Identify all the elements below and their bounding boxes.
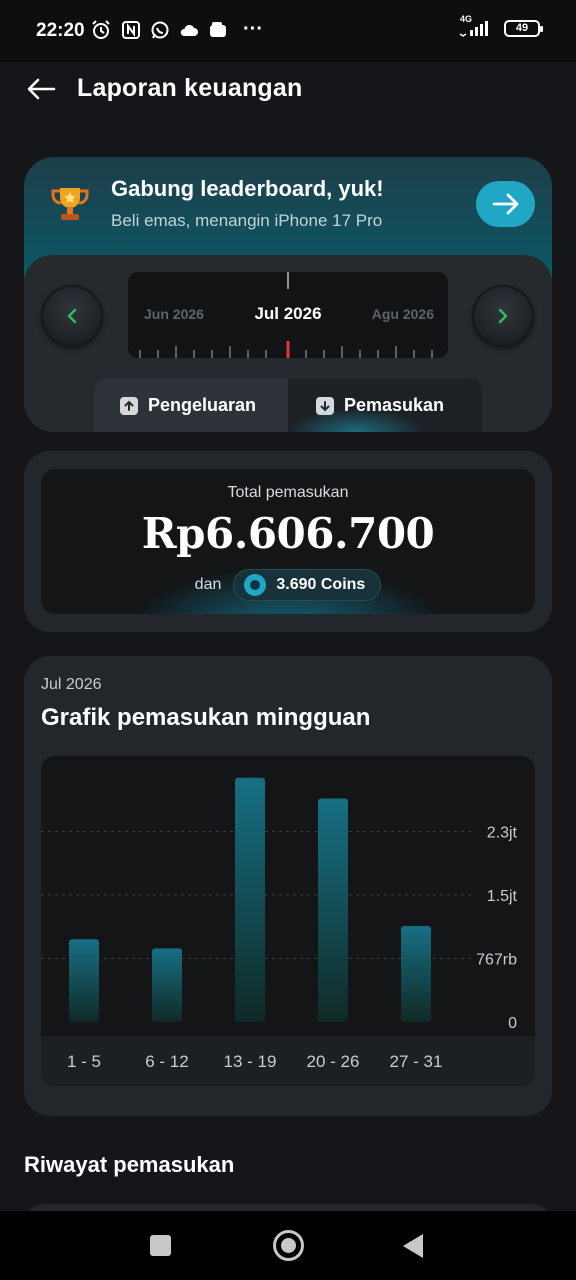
chevron-left-icon [67,308,77,324]
previous-month-button[interactable] [41,285,103,347]
x-tick-label: 6 - 12 [145,1052,188,1071]
app-header: Laporan keuangan [0,62,576,118]
leaderboard-subtitle: Beli emas, menangin iPhone 17 Pro [111,211,383,230]
system-back-button[interactable] [403,1234,423,1258]
coins-and-label: dan [194,576,222,593]
tab-income[interactable]: Pemasukan [288,379,482,432]
month-picker-panel: Jun 2026 Jul 2026 Agu 2026 Pengeluaran P… [24,255,552,432]
status-time: 22:20 [36,20,85,41]
bar-week-4[interactable] [318,798,348,1022]
chart-period: Jul 2026 [41,676,102,693]
coins-row: dan 3.690 Coins [41,569,535,601]
total-income-panel: Total pemasukan Rp6.606.700 dan 3.690 Co… [41,469,535,614]
cloud-icon [180,24,198,36]
x-tick-label: 13 - 19 [224,1052,277,1071]
month-dial[interactable]: Jun 2026 Jul 2026 Agu 2026 [128,272,448,358]
back-button[interactable] [24,74,58,104]
dial-pointer [287,272,289,289]
x-tick-label: 20 - 26 [307,1052,360,1071]
status-icons: ··· [90,18,263,41]
coins-badge[interactable]: 3.690 Coins [233,569,382,601]
total-income-card: Total pemasukan Rp6.606.700 dan 3.690 Co… [24,451,552,632]
bar-week-5[interactable] [401,925,431,1022]
arrow-right-icon [492,193,518,215]
report-type-tabs: Pengeluaran Pemasukan [94,379,482,432]
arrow-down-icon [316,396,334,415]
tab-expense[interactable]: Pengeluaran [94,379,288,432]
tab-income-label: Pemasukan [344,395,445,415]
trophy-icon [51,188,89,220]
leaderboard-title: Gabung leaderboard, yuk! [111,176,384,201]
back-arrow-icon [27,78,56,100]
more-notifications-icon: ··· [243,18,263,40]
x-tick-label: 27 - 31 [390,1052,443,1071]
leaderboard-join-button[interactable] [476,181,535,227]
chevron-right-icon [498,308,508,324]
battery-icon: 49 [504,19,543,37]
weekly-income-chart: 0 767rb 1.5jt 2.3jt 1 - 5 6 - 12 13 - 19 20 - 2… [41,756,535,1086]
status-right: 4G 49 [458,14,543,38]
coins-value: 3.690 Coins [276,576,366,593]
leaderboard-card: Gabung leaderboard, yuk! Beli emas, mena… [24,157,552,432]
y-tick-label: 2.3jt [487,825,518,842]
page-title: Laporan keuangan [77,74,303,102]
x-tick-label: 1 - 5 [67,1052,101,1071]
x-axis-band [41,1036,535,1086]
tab-expense-label: Pengeluaran [148,395,257,415]
coin-icon [244,574,267,596]
chart-svg: 0 767rb 1.5jt 2.3jt 1 - 5 6 - 12 13 - 19 20 - 2… [41,777,535,1086]
next-month-button[interactable] [472,285,534,347]
status-bar: 22:20 ··· 4G 49 [0,0,576,62]
y-tick-label: 767rb [476,952,517,969]
bar-week-3[interactable] [235,777,265,1022]
bar-week-1[interactable] [69,939,99,1022]
total-income-value: Rp6.606.700 [141,509,435,558]
total-income-label: Total pemasukan [227,484,349,501]
signal-icon: 4G [458,14,494,38]
month-next-label[interactable]: Agu 2026 [372,306,434,322]
chart-title: Grafik pemasukan mingguan [41,704,371,731]
bar-week-2[interactable] [152,948,182,1022]
y-tick-label: 1.5jt [487,888,518,905]
history-title: Riwayat pemasukan [24,1152,235,1177]
recents-button[interactable] [150,1235,171,1256]
arrow-up-icon [120,396,138,415]
y-tick-label: 0 [508,1015,517,1032]
whatsapp-icon [151,21,169,38]
home-button[interactable] [273,1230,304,1261]
weekly-income-chart-card: Jul 2026 Grafik pemasukan mingguan 0 767r… [24,656,552,1116]
system-nav-bar [0,1211,576,1280]
dial-ticks [139,341,433,358]
nfc-icon [122,20,140,39]
wallet-icon [210,21,226,37]
alarm-icon [92,19,110,39]
